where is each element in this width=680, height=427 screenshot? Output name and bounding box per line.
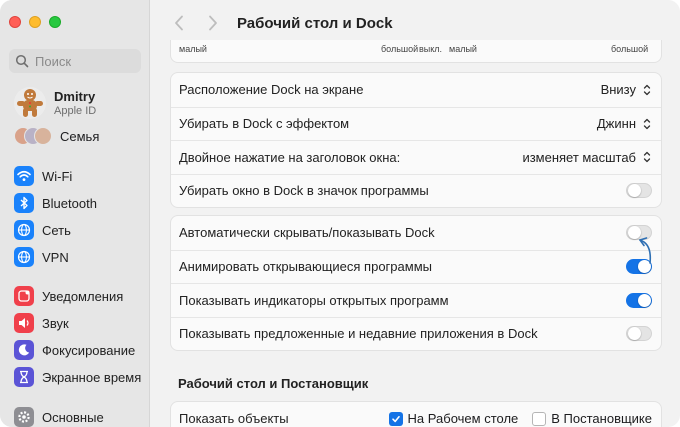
animate-opening-toggle[interactable] (626, 259, 652, 275)
sidebar-item-focus[interactable]: Фокусирование (14, 340, 135, 360)
setting-row-autohide-dock: Автоматически скрывать/показывать Dock (171, 216, 661, 250)
setting-label: Показывать индикаторы открытых программ (179, 292, 449, 308)
section-title-desktop-stage-manager: Рабочий стол и Постановщик (178, 376, 369, 391)
apple-id-account[interactable]: Dmitry Apple ID (14, 87, 96, 119)
dock-size-slider-labels: малый большой выкл. малый большой (170, 40, 662, 63)
minimize-effect-popup[interactable]: Джинн (597, 116, 652, 131)
search-icon (15, 54, 29, 68)
sidebar-item-label: Звук (42, 315, 69, 331)
checkbox-label: На Рабочем столе (407, 411, 519, 427)
setting-row-show-indicators: Показывать индикаторы открытых программ (171, 283, 661, 317)
size-max-label: большой (381, 44, 419, 54)
checkbox-label: В Постановщике (551, 411, 652, 427)
sidebar-item-general[interactable]: Основные (14, 407, 104, 427)
setting-label: Автоматически скрывать/показывать Dock (179, 225, 435, 241)
gingerbread-avatar-icon (17, 89, 43, 117)
dock-position-popup[interactable]: Внизу (601, 82, 652, 97)
checkmark-icon (391, 415, 400, 422)
setting-label: Показывать предложенные и недавние прило… (179, 326, 538, 342)
sidebar-item-label: Основные (42, 409, 104, 425)
setting-row-double-click-title: Двойное нажатие на заголовок окна: измен… (171, 140, 661, 174)
checkbox-checked (388, 411, 403, 426)
forward-button[interactable] (201, 11, 225, 35)
sidebar-item-screen-time[interactable]: Экранное время (14, 367, 141, 387)
sidebar-item-notifications[interactable]: Уведомления (14, 286, 123, 306)
avatar (14, 87, 46, 119)
autohide-dock-toggle[interactable] (626, 225, 652, 241)
sidebar-item-label: Экранное время (42, 369, 142, 385)
page-title: Рабочий стол и Dock (237, 14, 393, 32)
search-input[interactable]: Поиск (9, 49, 141, 73)
magnification-off-label: выкл. (419, 44, 443, 54)
setting-row-minimize-to-app-icon: Убирать окно в Dock в значок программы (171, 173, 661, 208)
setting-label: Убирать в Dock с эффектом (179, 116, 350, 132)
setting-label: Убирать окно в Dock в значок программы (179, 183, 429, 199)
wifi-icon (14, 166, 34, 186)
moon-icon (14, 340, 34, 360)
up-down-chevron-icon (643, 118, 651, 129)
setting-label: Расположение Dock на экране (179, 82, 364, 98)
sidebar-item-label: Уведомления (42, 288, 124, 304)
popup-value: изменяет масштаб (522, 149, 636, 165)
setting-label: Показать объекты (179, 411, 289, 427)
show-items-options: На Рабочем столе В Постановщике (388, 411, 652, 427)
magnification-min-label: малый (449, 44, 477, 54)
checkbox-unchecked (532, 411, 547, 426)
settings-window: Поиск Dmitry Apple ID Семья Wi-Fi Blueto… (0, 0, 680, 427)
minimize-to-app-icon-toggle[interactable] (626, 183, 652, 199)
desktop-settings-group: Показать объекты На Рабочем столе В Пост… (170, 401, 662, 427)
chevron-left-icon (175, 15, 183, 31)
sidebar-item-family[interactable]: Семья (14, 127, 99, 145)
show-recent-apps-toggle[interactable] (626, 326, 652, 342)
setting-row-minimize-effect: Убирать в Dock с эффектом Джинн (171, 106, 661, 141)
sound-icon (14, 313, 34, 333)
sidebar-item-sound[interactable]: Звук (14, 313, 69, 333)
setting-row-animate-opening: Анимировать открывающиеся программы (171, 249, 661, 284)
up-down-chevron-icon (643, 84, 651, 95)
user-subtitle: Apple ID (54, 105, 97, 117)
user-name: Dmitry (54, 89, 96, 104)
chevron-right-icon (209, 15, 217, 31)
sidebar-item-label: Сеть (42, 222, 71, 238)
setting-label: Анимировать открывающиеся программы (179, 259, 432, 275)
show-in-stage-manager-checkbox[interactable]: В Постановщике (532, 411, 652, 426)
sidebar-item-label: Семья (60, 128, 100, 144)
minimize-window-button[interactable] (29, 16, 41, 28)
family-avatars (14, 127, 54, 145)
setting-row-show-items: Показать объекты На Рабочем столе В Пост… (171, 402, 661, 427)
notifications-icon (14, 286, 34, 306)
magnification-max-label: большой (611, 44, 649, 54)
window-controls (9, 16, 61, 28)
search-placeholder: Поиск (35, 53, 72, 69)
dock-behavior-group: Автоматически скрывать/показывать Dock А… (170, 215, 662, 351)
back-button[interactable] (167, 11, 191, 35)
globe-icon (14, 220, 34, 240)
bluetooth-icon (14, 193, 34, 213)
hourglass-icon (14, 367, 34, 387)
up-down-chevron-icon (643, 152, 651, 163)
double-click-action-popup[interactable]: изменяет масштаб (522, 150, 652, 165)
setting-row-dock-position: Расположение Dock на экране Внизу (171, 73, 661, 107)
sidebar-item-label: Wi-Fi (42, 168, 73, 184)
show-indicators-toggle[interactable] (626, 292, 652, 308)
sidebar: Поиск Dmitry Apple ID Семья Wi-Fi Blueto… (0, 0, 150, 427)
sidebar-item-bluetooth[interactable]: Bluetooth (14, 193, 97, 213)
sidebar-item-label: Фокусирование (42, 342, 136, 358)
setting-row-show-recent-apps: Показывать предложенные и недавние прило… (171, 316, 661, 351)
size-min-label: малый (179, 44, 207, 54)
popup-value: Внизу (600, 82, 636, 98)
sidebar-item-label: VPN (42, 249, 69, 265)
setting-label: Двойное нажатие на заголовок окна: (179, 149, 401, 165)
sidebar-item-vpn[interactable]: VPN (14, 247, 69, 267)
sidebar-item-wifi[interactable]: Wi-Fi (14, 166, 72, 186)
gear-icon (14, 407, 34, 427)
sidebar-item-network[interactable]: Сеть (14, 220, 71, 240)
close-window-button[interactable] (9, 16, 21, 28)
show-on-desktop-checkbox[interactable]: На Рабочем столе (388, 411, 519, 427)
zoom-window-button[interactable] (49, 16, 61, 28)
sidebar-item-label: Bluetooth (42, 195, 97, 211)
popup-value: Джинн (596, 116, 636, 132)
vpn-icon (14, 247, 34, 267)
dock-settings-group: Расположение Dock на экране Внизу Убират… (170, 72, 662, 208)
